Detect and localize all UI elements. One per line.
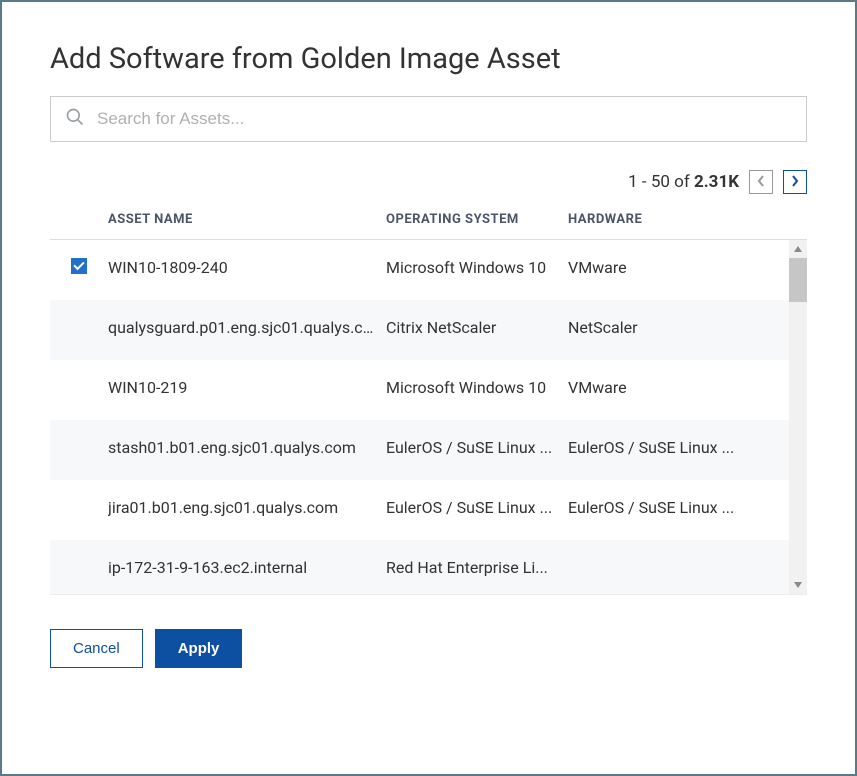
cell-asset-name: ip-172-31-9-163.ec2.internal: [108, 558, 386, 577]
scroll-down-arrow-icon[interactable]: [789, 576, 807, 594]
cell-hardware: EulerOS / SuSE Linux ...: [568, 438, 768, 457]
table-row[interactable]: WIN10-219Microsoft Windows 10VMware: [50, 360, 807, 420]
dialog-title: Add Software from Golden Image Asset: [50, 42, 807, 76]
cell-operating-system: EulerOS / SuSE Linux ...: [386, 498, 568, 517]
table-row[interactable]: WIN10-1809-240Microsoft Windows 10VMware: [50, 240, 807, 300]
cancel-button[interactable]: Cancel: [50, 629, 143, 668]
scroll-up-arrow-icon[interactable]: [789, 240, 807, 258]
prev-page-button[interactable]: [749, 170, 773, 194]
cell-operating-system: Microsoft Windows 10: [386, 258, 568, 277]
table-row[interactable]: qualysguard.p01.eng.sjc01.qualys.c...Cit…: [50, 300, 807, 360]
table-row[interactable]: jira01.b01.eng.sjc01.qualys.comEulerOS /…: [50, 480, 807, 540]
cell-hardware: EulerOS / SuSE Linux ...: [568, 498, 768, 517]
asset-table: ASSET NAME OPERATING SYSTEM HARDWARE WIN…: [50, 212, 807, 595]
row-checkbox[interactable]: [71, 258, 87, 274]
table-row[interactable]: stash01.b01.eng.sjc01.qualys.comEulerOS …: [50, 420, 807, 480]
cell-operating-system: Citrix NetScaler: [386, 318, 568, 337]
header-os: OPERATING SYSTEM: [386, 212, 568, 227]
search-input[interactable]: [97, 109, 792, 129]
apply-button[interactable]: Apply: [155, 629, 243, 668]
next-page-button[interactable]: [783, 170, 807, 194]
cell-hardware: NetScaler: [568, 318, 768, 337]
row-checkbox-cell: [50, 258, 108, 274]
cell-asset-name: stash01.b01.eng.sjc01.qualys.com: [108, 438, 386, 457]
search-box[interactable]: [50, 96, 807, 142]
search-icon: [65, 107, 97, 131]
pagination-range: 1 - 50 of 2.31K: [628, 172, 739, 192]
header-hardware: HARDWARE: [568, 212, 768, 227]
header-asset-name: ASSET NAME: [108, 212, 386, 227]
scrollbar[interactable]: [789, 240, 807, 594]
cell-asset-name: jira01.b01.eng.sjc01.qualys.com: [108, 498, 386, 517]
cell-operating-system: EulerOS / SuSE Linux ...: [386, 438, 568, 457]
header-checkbox-col: [50, 212, 108, 227]
cell-operating-system: Red Hat Enterprise Li...: [386, 558, 568, 577]
chevron-left-icon: [756, 174, 766, 191]
table-scroll-area: WIN10-1809-240Microsoft Windows 10VMware…: [50, 240, 807, 594]
dialog-footer: Cancel Apply: [50, 629, 807, 668]
cell-asset-name: WIN10-219: [108, 378, 386, 397]
cell-asset-name: qualysguard.p01.eng.sjc01.qualys.c...: [108, 318, 386, 337]
cell-asset-name: WIN10-1809-240: [108, 258, 386, 277]
table-header: ASSET NAME OPERATING SYSTEM HARDWARE: [50, 212, 807, 240]
table-row[interactable]: ip-172-31-9-163.ec2.internalRed Hat Ente…: [50, 540, 807, 594]
pagination: 1 - 50 of 2.31K: [50, 170, 807, 194]
cell-operating-system: Microsoft Windows 10: [386, 378, 568, 397]
chevron-right-icon: [790, 174, 800, 191]
cell-hardware: VMware: [568, 378, 768, 397]
scrollbar-thumb[interactable]: [789, 258, 807, 302]
cell-hardware: VMware: [568, 258, 768, 277]
